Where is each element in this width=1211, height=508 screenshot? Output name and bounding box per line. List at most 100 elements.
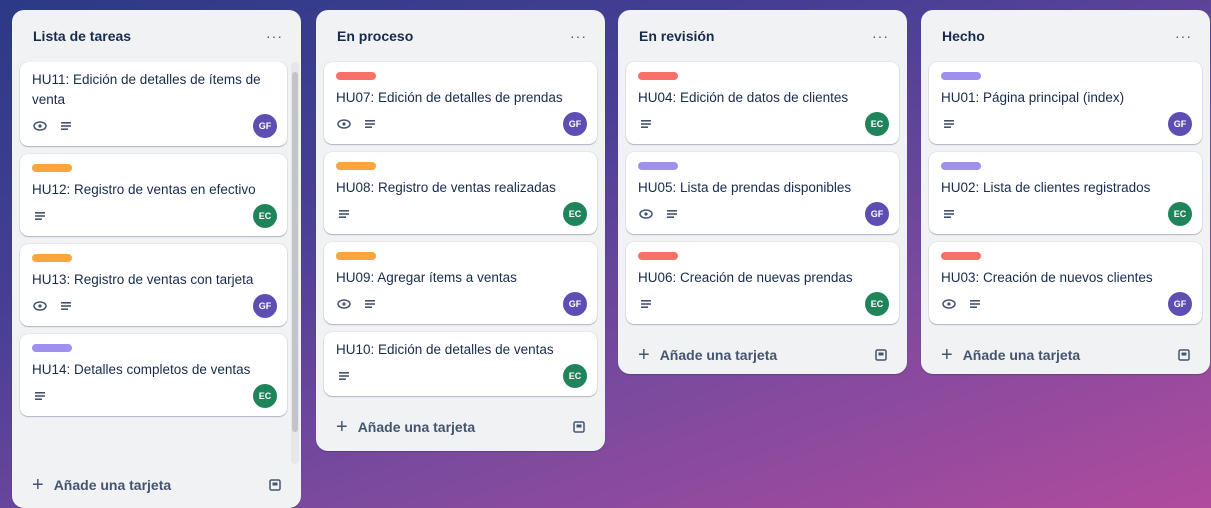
card-title: HU09: Agregar ítems a ventas [336,270,517,285]
add-card-label: Añade una tarjeta [659,347,778,363]
card-badges [32,384,277,408]
description-icon [32,208,48,224]
card-template-icon[interactable] [1176,347,1192,363]
avatar[interactable]: EC [1168,202,1192,226]
list-title[interactable]: Lista de tareas [33,28,131,44]
eye-icon [32,298,48,314]
eye-icon [941,296,957,312]
avatar[interactable]: EC [865,112,889,136]
card-label[interactable] [941,72,981,80]
card-hu08[interactable]: HU08: Registro de ventas realizadas EC [324,152,597,234]
card-hu12[interactable]: HU12: Registro de ventas en efectivo EC [20,154,287,236]
card-badges [941,112,1192,136]
list-title[interactable]: En revisión [639,28,714,44]
eye-icon [638,206,654,222]
card-label[interactable] [638,72,678,80]
card-hu07[interactable]: HU07: Edición de detalles de prendas GF [324,62,597,144]
card-badges [336,292,587,316]
card-label[interactable] [336,252,376,260]
description-icon [336,206,352,222]
add-card-label: Añade una tarjeta [962,347,1081,363]
card-label[interactable] [336,72,376,80]
list-scrollbar[interactable] [291,62,299,464]
list-menu-button[interactable]: ··· [1175,28,1192,44]
card-hu03[interactable]: HU03: Creación de nuevos clientes GF [929,242,1202,324]
eye-icon [336,296,352,312]
card-hu09[interactable]: HU09: Agregar ítems a ventas GF [324,242,597,324]
list-footer: + Añade una tarjeta [12,462,301,508]
add-card-button[interactable]: + Añade una tarjeta [336,417,475,437]
description-icon [941,116,957,132]
avatar[interactable]: GF [563,112,587,136]
list-footer: + Añade una tarjeta [921,332,1210,378]
card-badges [32,114,277,138]
card-title: HU05: Lista de prendas disponibles [638,180,852,195]
card-badges [941,202,1192,226]
card-badges [336,112,587,136]
card-template-icon[interactable] [873,347,889,363]
description-icon [664,206,680,222]
list-cards: HU07: Edición de detalles de prendas GF … [316,62,605,396]
list-menu-button[interactable]: ··· [266,28,283,44]
card-title: HU10: Edición de detalles de ventas [336,342,554,357]
card-label[interactable] [32,164,72,172]
board: Lista de tareas ··· HU11: Edición de det… [0,0,1211,508]
card-hu11[interactable]: HU11: Edición de detalles de ítems de ve… [20,62,287,146]
description-icon [967,296,983,312]
description-icon [941,206,957,222]
plus-icon: + [941,344,953,366]
card-hu13[interactable]: HU13: Registro de ventas con tarjeta GF [20,244,287,326]
add-card-button[interactable]: + Añade una tarjeta [638,345,777,365]
card-hu01[interactable]: HU01: Página principal (index) GF [929,62,1202,144]
plus-icon: + [336,416,348,438]
description-icon [638,116,654,132]
list-menu-button[interactable]: ··· [872,28,889,44]
avatar[interactable]: EC [253,204,277,228]
avatar[interactable]: GF [865,202,889,226]
card-label[interactable] [941,252,981,260]
card-label[interactable] [32,344,72,352]
card-hu04[interactable]: HU04: Edición de datos de clientes EC [626,62,899,144]
card-title: HU08: Registro de ventas realizadas [336,180,556,195]
plus-icon: + [638,344,650,366]
card-label[interactable] [32,254,72,262]
card-hu02[interactable]: HU02: Lista de clientes registrados EC [929,152,1202,234]
avatar[interactable]: EC [563,202,587,226]
list-title[interactable]: Hecho [942,28,985,44]
card-title: HU01: Página principal (index) [941,90,1125,105]
card-badges [32,204,277,228]
avatar[interactable]: GF [1168,112,1192,136]
add-card-button[interactable]: + Añade una tarjeta [32,475,171,495]
avatar[interactable]: EC [253,384,277,408]
card-hu10[interactable]: HU10: Edición de detalles de ventas EC [324,332,597,396]
card-template-icon[interactable] [267,477,283,493]
avatar[interactable]: GF [253,294,277,318]
avatar[interactable]: EC [865,292,889,316]
card-hu14[interactable]: HU14: Detalles completos de ventas EC [20,334,287,416]
list-title[interactable]: En proceso [337,28,413,44]
description-icon [58,118,74,134]
list-menu-button[interactable]: ··· [570,28,587,44]
eye-icon [32,118,48,134]
card-label[interactable] [336,162,376,170]
avatar[interactable]: GF [563,292,587,316]
avatar[interactable]: EC [563,364,587,388]
description-icon [58,298,74,314]
card-hu05[interactable]: HU05: Lista de prendas disponibles GF [626,152,899,234]
list-cards-scroll: HU11: Edición de detalles de ítems de ve… [12,62,301,462]
scrollbar-thumb[interactable] [292,72,298,432]
card-hu06[interactable]: HU06: Creación de nuevas prendas EC [626,242,899,324]
list-en-proceso: En proceso ··· HU07: Edición de detalles… [316,10,605,451]
card-badges [638,112,889,136]
card-label[interactable] [941,162,981,170]
avatar[interactable]: GF [1168,292,1192,316]
avatar[interactable]: GF [253,114,277,138]
card-title: HU07: Edición de detalles de prendas [336,90,563,105]
list-en-revision: En revisión ··· HU04: Edición de datos d… [618,10,907,374]
card-template-icon[interactable] [571,419,587,435]
card-label[interactable] [638,252,678,260]
card-label[interactable] [638,162,678,170]
list-footer: + Añade una tarjeta [316,404,605,450]
add-card-label: Añade una tarjeta [53,477,172,493]
add-card-button[interactable]: + Añade una tarjeta [941,345,1080,365]
